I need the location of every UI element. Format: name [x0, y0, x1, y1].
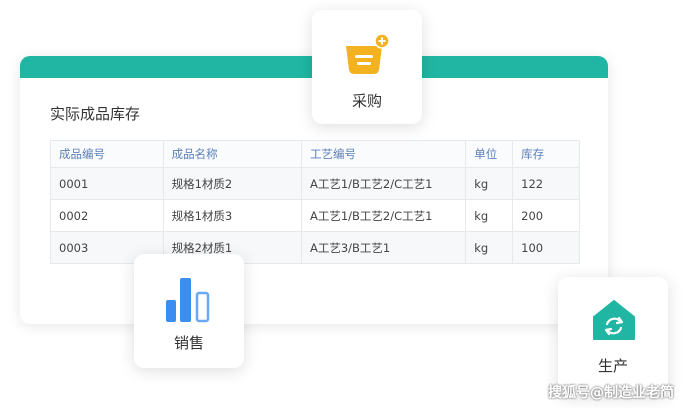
basket-plus-icon: [342, 32, 392, 86]
card-title: 实际成品库存: [50, 105, 141, 123]
production-module-card[interactable]: 生产: [558, 277, 668, 395]
sales-module-card[interactable]: 销售: [134, 254, 244, 368]
cell-product-name: 规格1材质2: [162, 167, 302, 200]
header-product-name[interactable]: 成品名称: [162, 140, 302, 168]
header-stock[interactable]: 库存: [512, 140, 580, 168]
cell-process-code: A工艺3/B工艺1: [300, 231, 467, 264]
cell-product-name: 规格1材质3: [162, 199, 302, 232]
table-row[interactable]: 0002 规格1材质3 A工艺1/B工艺2/C工艺1 kg 200: [50, 199, 580, 232]
cell-process-code: A工艺1/B工艺2/C工艺1: [300, 199, 467, 232]
table-header-row: 成品编号 成品名称 工艺编号 单位 库存: [50, 140, 580, 168]
cell-stock: 122: [512, 167, 580, 200]
house-refresh-icon: [592, 299, 636, 345]
bar-chart-icon: [164, 276, 214, 328]
cell-unit: kg: [465, 199, 514, 232]
cell-unit: kg: [465, 231, 514, 264]
purchase-module-card[interactable]: 采购: [312, 10, 422, 124]
cell-process-code: A工艺1/B工艺2/C工艺1: [300, 167, 467, 200]
cell-stock: 100: [512, 231, 580, 264]
cell-unit: kg: [465, 167, 514, 200]
source-watermark: 搜狐号@制造业老简: [548, 385, 674, 401]
cell-product-code: 0002: [50, 199, 164, 232]
cell-stock: 200: [512, 199, 580, 232]
table-row[interactable]: 0001 规格1材质2 A工艺1/B工艺2/C工艺1 kg 122: [50, 167, 580, 200]
production-label: 生产: [597, 357, 628, 375]
table-row[interactable]: 0003 规格2材质1 A工艺3/B工艺1 kg 100: [50, 231, 580, 264]
sales-label: 销售: [173, 334, 204, 352]
cell-product-code: 0001: [50, 167, 164, 200]
inventory-table: 成品编号 成品名称 工艺编号 单位 库存 0001 规格1材质2 A工艺1/B工…: [50, 140, 580, 264]
header-unit[interactable]: 单位: [465, 140, 514, 168]
purchase-label: 采购: [351, 92, 382, 110]
header-process-code[interactable]: 工艺编号: [300, 140, 467, 168]
header-product-code[interactable]: 成品编号: [50, 140, 164, 168]
